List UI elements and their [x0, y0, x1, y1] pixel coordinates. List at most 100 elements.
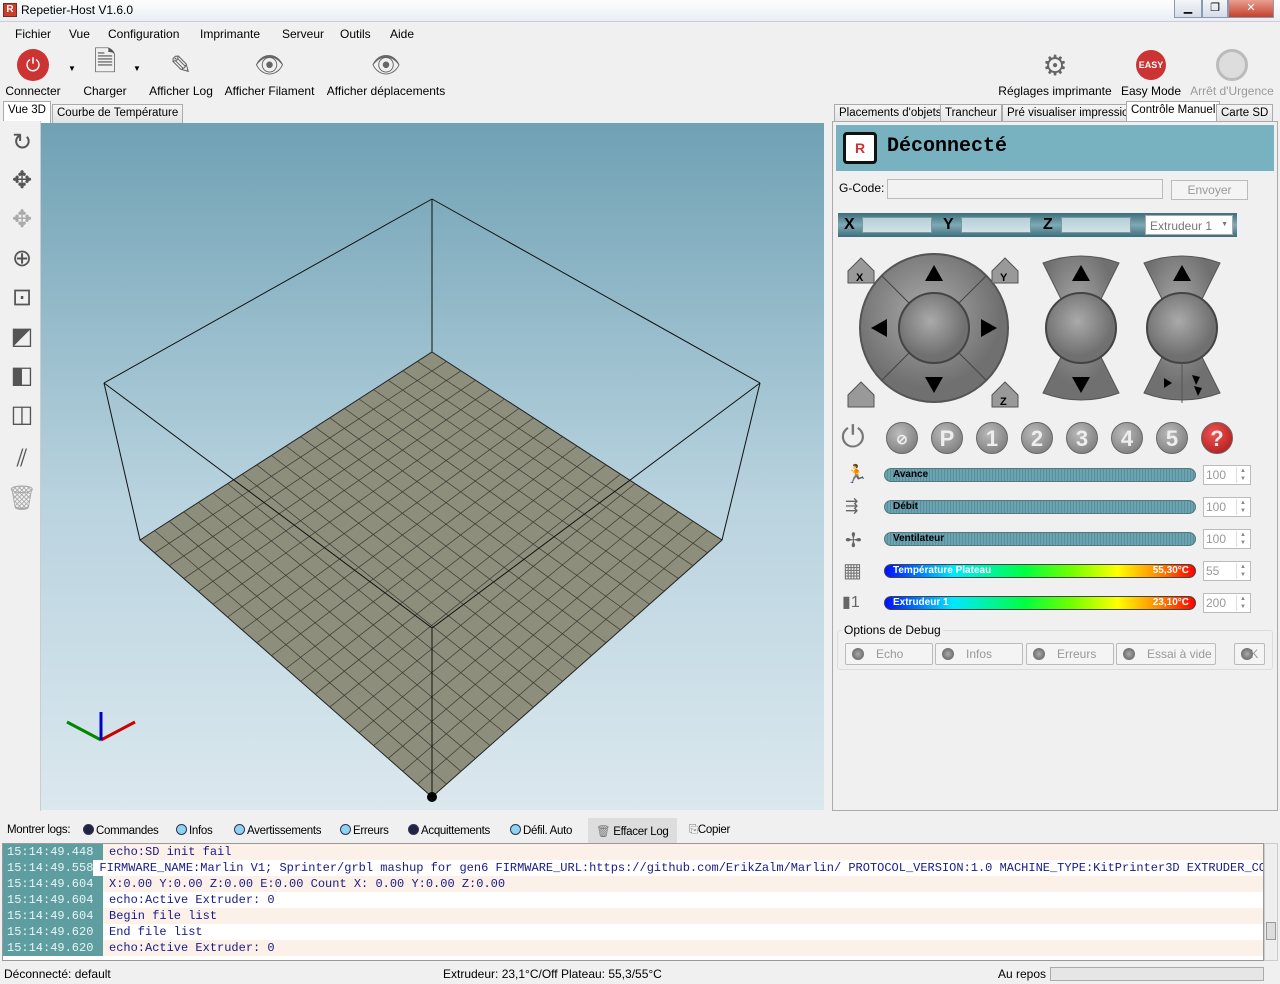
log-filter-commandes[interactable]: Commandes	[83, 824, 159, 837]
button-2[interactable]: 2	[1021, 422, 1053, 454]
rotate-icon[interactable]: ↻	[7, 127, 37, 157]
menu-configuration[interactable]: Configuration	[108, 27, 179, 41]
extruder-jog-control[interactable]	[1143, 255, 1221, 403]
menu-imprimante[interactable]: Imprimante	[200, 27, 260, 41]
disable-motors-icon[interactable]: ⊘	[886, 422, 918, 454]
gcode-input[interactable]	[887, 179, 1163, 199]
log-list[interactable]: 15:14:49.448 echo:SD init fail 15:14:49.55…	[2, 843, 1264, 961]
log-row: 15:14:49.558 FIRMWARE_NAME:Marlin V1; Spr…	[3, 860, 1263, 876]
button-1[interactable]: 1	[976, 422, 1008, 454]
debug-dry-run-toggle[interactable]: Essai à vide	[1116, 643, 1216, 665]
bed-target-spinner[interactable]: 55 ▲ ▼	[1203, 561, 1251, 581]
button-3[interactable]: 3	[1066, 422, 1098, 454]
menu-bar: Fichier Vue Configuration Imprimante Ser…	[0, 23, 1280, 45]
copy-label: Copier	[697, 824, 730, 836]
y-position: Y	[937, 213, 1037, 237]
log-scrollbar[interactable]	[1264, 843, 1278, 961]
log-filter-avertissements[interactable]: Avertissements	[234, 824, 322, 837]
menu-outils[interactable]: Outils	[340, 27, 371, 41]
button-4[interactable]: 4	[1111, 422, 1143, 454]
feedrate-slider[interactable]: Avance	[884, 468, 1196, 482]
tab-courbe-temperature[interactable]: Courbe de Température	[52, 104, 184, 123]
flow-spinner[interactable]: 100 ▲ ▼	[1203, 497, 1251, 517]
menu-aide[interactable]: Aide	[390, 27, 414, 41]
zoom-icon[interactable]: ⊕	[7, 243, 37, 273]
parallel-lines-icon[interactable]: ⫽	[7, 444, 37, 474]
zoom-fit-icon[interactable]: ⊡	[7, 282, 37, 312]
menu-vue[interactable]: Vue	[69, 27, 90, 41]
feedrate-spinner[interactable]: 100 ▲ ▼	[1203, 465, 1251, 485]
tab-controle-manuel[interactable]: Contrôle Manuel	[1126, 101, 1221, 123]
button-5[interactable]: 5	[1156, 422, 1188, 454]
maximize-button[interactable]: ❐	[1202, 0, 1228, 18]
front-view-icon[interactable]: ◧	[7, 360, 37, 390]
emergency-stop-button[interactable]: Arrêt d'Urgence	[1188, 46, 1276, 98]
menu-serveur[interactable]: Serveur	[282, 27, 324, 41]
spinner-arrows-icon[interactable]: ▲ ▼	[1236, 467, 1249, 483]
debug-echo-toggle[interactable]: Echo	[845, 643, 933, 665]
debug-errors-toggle[interactable]: Erreurs	[1026, 643, 1114, 665]
load-label: Charger	[83, 84, 127, 98]
log-message: echo:Active Extruder: 0	[103, 940, 1263, 956]
fan-spinner[interactable]: 100 ▲ ▼	[1203, 529, 1251, 549]
extruder-target-spinner[interactable]: 200 ▲ ▼	[1203, 593, 1251, 613]
show-moves-button[interactable]: 👁 Afficher déplacements	[325, 46, 447, 99]
show-filament-label: Afficher Filament	[224, 84, 315, 98]
load-dropdown-arrow[interactable]: ▼	[133, 64, 141, 73]
connect-dropdown-arrow[interactable]: ▼	[68, 64, 76, 73]
home-x-icon[interactable]: X	[847, 257, 875, 284]
help-button[interactable]: ?	[1201, 422, 1233, 454]
spinner-arrows-icon[interactable]: ▲ ▼	[1236, 595, 1249, 611]
minimize-button[interactable]: ▁	[1174, 0, 1202, 18]
load-button[interactable]: 🗎 Charger	[82, 46, 128, 98]
flow-slider[interactable]: Débit	[884, 500, 1196, 514]
clear-log-label: Effacer Log	[613, 826, 669, 838]
printer-settings-button[interactable]: ⚙ Réglages imprimante	[998, 46, 1112, 99]
extruder-temp-reading: 23,10°C	[1152, 597, 1189, 608]
home-z-icon[interactable]: Z	[991, 381, 1019, 408]
xy-jog-pad[interactable]	[859, 253, 1009, 403]
spinner-arrows-icon[interactable]: ▲ ▼	[1236, 499, 1249, 515]
feedrate-label: Avance	[893, 469, 929, 480]
send-button[interactable]: Envoyer	[1171, 180, 1248, 200]
spinner-arrows-icon[interactable]: ▲ ▼	[1236, 531, 1249, 547]
button-p[interactable]: P	[931, 422, 963, 454]
log-auto-scroll[interactable]: Défil. Auto	[510, 824, 572, 837]
top-view-icon[interactable]: ◫	[7, 399, 37, 429]
z-jog-control[interactable]	[1042, 255, 1120, 401]
3d-view-canvas[interactable]	[41, 123, 824, 810]
trash-icon[interactable]: 🗑	[7, 483, 37, 513]
log-filter-label: Défil. Auto	[523, 825, 573, 837]
easy-mode-label: Easy Mode	[1120, 84, 1182, 98]
log-filter-acquittements[interactable]: Acquittements	[408, 824, 490, 837]
origin-marker	[427, 792, 437, 802]
debug-info-toggle[interactable]: Infos	[935, 643, 1023, 665]
log-row: 15:14:49.620 End file list	[3, 924, 1263, 940]
move-icon[interactable]: ✥	[7, 165, 37, 195]
power-icon[interactable]: ⏻	[841, 421, 865, 455]
home-all-icon[interactable]	[847, 381, 875, 408]
show-filament-button[interactable]: 👁 Afficher Filament	[223, 46, 316, 99]
clear-log-button[interactable]: 🗑 Effacer Log	[588, 818, 677, 843]
close-button[interactable]: ✕	[1228, 0, 1274, 18]
isometric-view-icon[interactable]: ◩	[7, 321, 37, 351]
extruder-select[interactable]: Extrudeur 1 ▼	[1145, 215, 1233, 235]
home-y-icon[interactable]: Y	[991, 257, 1019, 284]
fan-slider[interactable]: Ventilateur	[884, 532, 1196, 546]
menu-fichier[interactable]: Fichier	[15, 27, 51, 41]
log-filter-infos[interactable]: Infos	[176, 824, 213, 837]
gcode-label: G-Code:	[839, 181, 885, 195]
scrollbar-thumb[interactable]	[1266, 922, 1276, 940]
show-log-button[interactable]: ✎ Afficher Log	[147, 46, 215, 99]
spinner-arrows-icon[interactable]: ▲ ▼	[1236, 563, 1249, 579]
debug-ok-button[interactable]: OK	[1234, 643, 1265, 665]
copy-button[interactable]: ⎘Copier	[689, 824, 730, 837]
connect-button[interactable]: ⏻ Connecter	[4, 46, 62, 98]
log-filter-label: Commandes	[96, 825, 159, 837]
easy-mode-button[interactable]: EASY Easy Mode	[1120, 46, 1182, 98]
show-moves-label: Afficher déplacements	[326, 84, 446, 98]
extruder-select-value: Extrudeur 1	[1150, 219, 1213, 233]
tab-vue-3d[interactable]: Vue 3D	[3, 101, 51, 123]
move-object-icon[interactable]: ✥	[7, 204, 37, 234]
log-filter-erreurs[interactable]: Erreurs	[340, 824, 389, 837]
